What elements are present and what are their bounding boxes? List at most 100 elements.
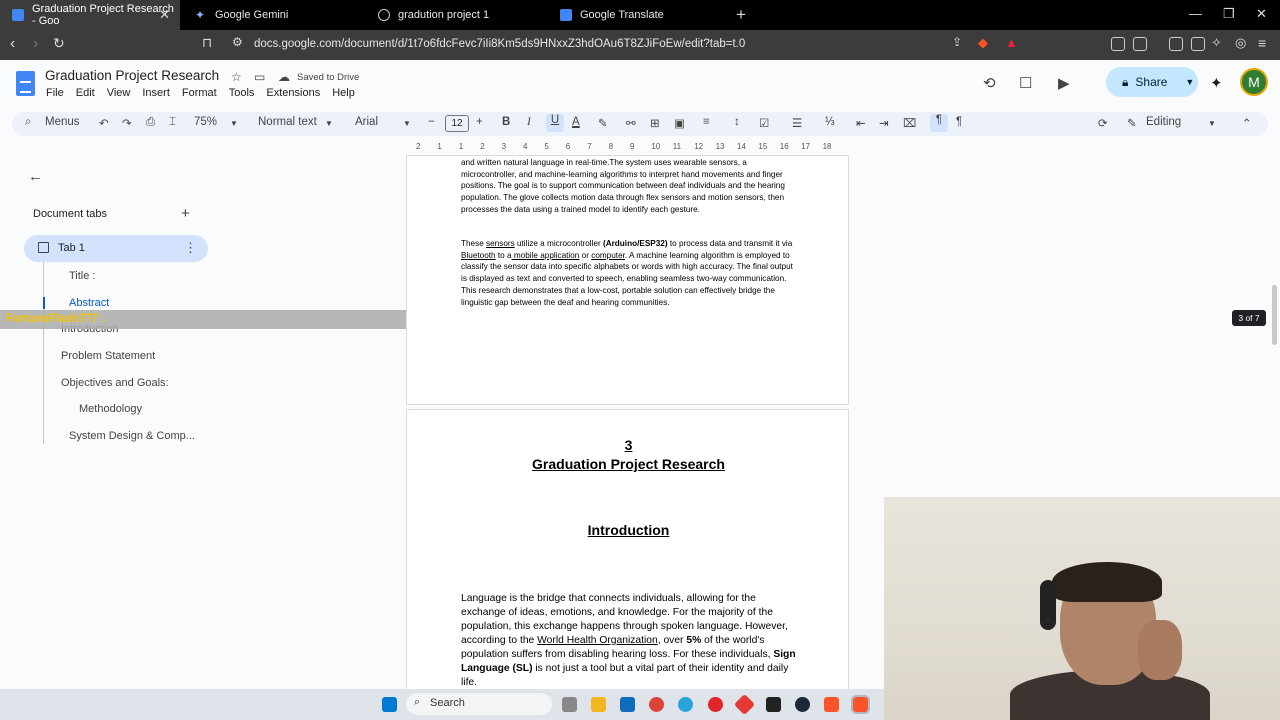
redo-icon[interactable]: ↷ bbox=[122, 116, 132, 130]
document-page[interactable]: 3 Graduation Project Research Introducti… bbox=[406, 409, 849, 699]
move-folder-icon[interactable]: ▭ bbox=[254, 70, 265, 84]
notion-icon[interactable] bbox=[766, 697, 781, 712]
bulleted-list-icon[interactable]: ☰ bbox=[792, 116, 802, 130]
star-icon[interactable]: ☆ bbox=[231, 70, 242, 84]
brave-rewards-icon[interactable]: ▲ bbox=[1005, 35, 1018, 50]
link-icon[interactable]: ⚯ bbox=[626, 116, 636, 130]
document-page[interactable]: and written natural language in real-tim… bbox=[406, 155, 849, 405]
tab-1-item[interactable]: Tab 1 ⋮ bbox=[24, 235, 208, 262]
rtl-icon[interactable]: ¶ bbox=[956, 116, 962, 128]
telegram-icon[interactable] bbox=[678, 697, 693, 712]
browser-tab-docs[interactable]: Graduation Project Research - Goo ✕ bbox=[0, 0, 180, 30]
gemini-sparkle-icon[interactable]: ✦ bbox=[1210, 74, 1223, 92]
chevron-down-icon[interactable]: ▼ bbox=[1208, 119, 1216, 128]
cloud-icon[interactable]: ☁ bbox=[278, 70, 290, 84]
outline-item-abstract[interactable]: Abstract bbox=[69, 297, 109, 309]
menu-file[interactable]: File bbox=[46, 87, 64, 99]
style-select[interactable]: Normal text bbox=[258, 116, 317, 128]
scrollbar[interactable] bbox=[1272, 285, 1277, 345]
restore-icon[interactable]: ❐ bbox=[1223, 6, 1235, 22]
font-select[interactable]: Arial bbox=[355, 116, 378, 128]
comments-icon[interactable]: ☐ bbox=[1019, 74, 1032, 92]
align-left-icon[interactable]: ≡ bbox=[703, 116, 710, 128]
outlook-icon[interactable] bbox=[620, 697, 635, 712]
numbered-list-icon[interactable]: ⅓ bbox=[825, 116, 835, 128]
reload-icon[interactable]: ↻ bbox=[53, 35, 65, 52]
chevron-down-icon[interactable]: ▼ bbox=[403, 119, 411, 128]
menu-view[interactable]: View bbox=[107, 87, 131, 99]
text-color-icon[interactable]: A bbox=[572, 116, 580, 128]
browser-tab-gemini[interactable]: ✦ Google Gemini bbox=[183, 0, 363, 30]
horizontal-ruler[interactable]: 2 1 1 2 3 4 5 6 7 8 9 10 11 12 13 14 15 16 17 18 bbox=[406, 142, 848, 154]
clear-formatting-icon[interactable]: ⌧ bbox=[903, 116, 916, 130]
meet-icon[interactable]: ▶ bbox=[1058, 74, 1070, 92]
window-close-icon[interactable]: ✕ bbox=[1256, 6, 1267, 22]
search-menus-icon[interactable]: ⌕ bbox=[25, 116, 31, 129]
brave-shields-icon[interactable]: ◆ bbox=[978, 35, 988, 51]
chevron-down-icon[interactable]: ▼ bbox=[1185, 77, 1194, 87]
back-arrow-icon[interactable]: ← bbox=[28, 168, 43, 185]
new-tab-icon[interactable]: + bbox=[736, 5, 746, 25]
menu-format[interactable]: Format bbox=[182, 87, 217, 99]
checklist-icon[interactable]: ☑ bbox=[759, 116, 769, 130]
docs-logo-icon[interactable] bbox=[16, 71, 35, 96]
opera-icon[interactable] bbox=[708, 697, 723, 712]
forward-icon[interactable]: › bbox=[33, 35, 38, 53]
introduction-paragraph[interactable]: Language is the bridge that connects ind… bbox=[461, 592, 801, 690]
outline-item-methodology[interactable]: Methodology bbox=[79, 403, 142, 415]
undo-icon[interactable]: ↶ bbox=[99, 116, 109, 130]
extensions-icon[interactable] bbox=[1111, 37, 1125, 51]
italic-icon[interactable]: I bbox=[527, 116, 531, 128]
chevron-down-icon[interactable]: ▼ bbox=[230, 119, 238, 128]
vpn-icon[interactable]: ◎ bbox=[1235, 35, 1246, 51]
outline-item-problem-statement[interactable]: Problem Statement bbox=[61, 350, 155, 362]
document-title[interactable]: Graduation Project Research bbox=[45, 68, 219, 83]
increase-indent-icon[interactable]: ⇥ bbox=[879, 116, 889, 130]
leo-icon[interactable]: ✧ bbox=[1211, 35, 1222, 51]
site-info-icon[interactable]: ⚙ bbox=[232, 35, 243, 49]
share-page-icon[interactable]: ⇪ bbox=[952, 35, 962, 49]
windows-start-icon[interactable] bbox=[382, 697, 397, 712]
outline-item-system-design[interactable]: System Design & Comp... bbox=[69, 430, 195, 442]
paint-format-icon[interactable]: ⌶ bbox=[169, 116, 176, 129]
decrease-indent-icon[interactable]: ⇤ bbox=[856, 116, 866, 130]
menu-tools[interactable]: Tools bbox=[229, 87, 255, 99]
brave-icon[interactable] bbox=[824, 697, 839, 712]
steam-icon[interactable] bbox=[795, 697, 810, 712]
version-history-icon[interactable]: ⟲ bbox=[983, 74, 996, 92]
wallet-icon[interactable] bbox=[1191, 37, 1205, 51]
screenshot-icon[interactable] bbox=[1133, 37, 1147, 51]
chrome-icon[interactable] bbox=[649, 697, 664, 712]
chevron-down-icon[interactable]: ▼ bbox=[325, 119, 333, 128]
share-button[interactable]: 🔒︎ Share ▼ bbox=[1106, 67, 1198, 97]
abstract-paragraph-2[interactable]: These sensors utilize a microcontroller … bbox=[461, 238, 797, 308]
taskbar-search[interactable]: ⌕ Search bbox=[406, 693, 552, 715]
browser-menu-icon[interactable]: ≡ bbox=[1258, 35, 1266, 51]
outline-item-objectives[interactable]: Objectives and Goals: bbox=[61, 377, 169, 389]
url-text[interactable]: docs.google.com/document/d/1t7o6fdcFevc7… bbox=[254, 38, 745, 50]
switch-tab-icon[interactable]: ⟳ bbox=[1098, 116, 1108, 130]
hide-menus-icon[interactable]: ⌃ bbox=[1242, 116, 1252, 130]
add-comment-icon[interactable]: ⊞ bbox=[650, 116, 660, 130]
menu-extensions[interactable]: Extensions bbox=[266, 87, 320, 99]
line-spacing-icon[interactable]: ↕ bbox=[734, 116, 740, 128]
abstract-paragraph-1[interactable]: and written natural language in real-tim… bbox=[461, 157, 797, 216]
add-tab-icon[interactable]: + bbox=[181, 205, 190, 222]
close-tab-icon[interactable]: ✕ bbox=[159, 7, 170, 23]
back-icon[interactable]: ‹ bbox=[10, 35, 15, 53]
bookmark-icon[interactable]: ⊓ bbox=[202, 35, 212, 51]
outline-item-title[interactable]: Title : bbox=[69, 270, 96, 282]
file-explorer-icon[interactable] bbox=[591, 697, 606, 712]
minimize-icon[interactable]: — bbox=[1189, 6, 1202, 21]
browser-tab-chatgpt[interactable]: gradution project 1 bbox=[366, 0, 546, 30]
bold-icon[interactable]: B bbox=[502, 116, 510, 128]
menu-help[interactable]: Help bbox=[332, 87, 355, 99]
print-icon[interactable]: ⎙ bbox=[146, 116, 155, 129]
browser-tab-translate[interactable]: Google Translate bbox=[548, 0, 728, 30]
decrease-font-icon[interactable]: − bbox=[428, 116, 435, 128]
sidebar-icon[interactable] bbox=[1169, 37, 1183, 51]
avatar[interactable]: M bbox=[1240, 68, 1268, 96]
mode-select[interactable]: Editing bbox=[1146, 116, 1181, 128]
brave-active-icon[interactable] bbox=[851, 695, 870, 714]
underline-icon[interactable]: U bbox=[546, 114, 564, 132]
